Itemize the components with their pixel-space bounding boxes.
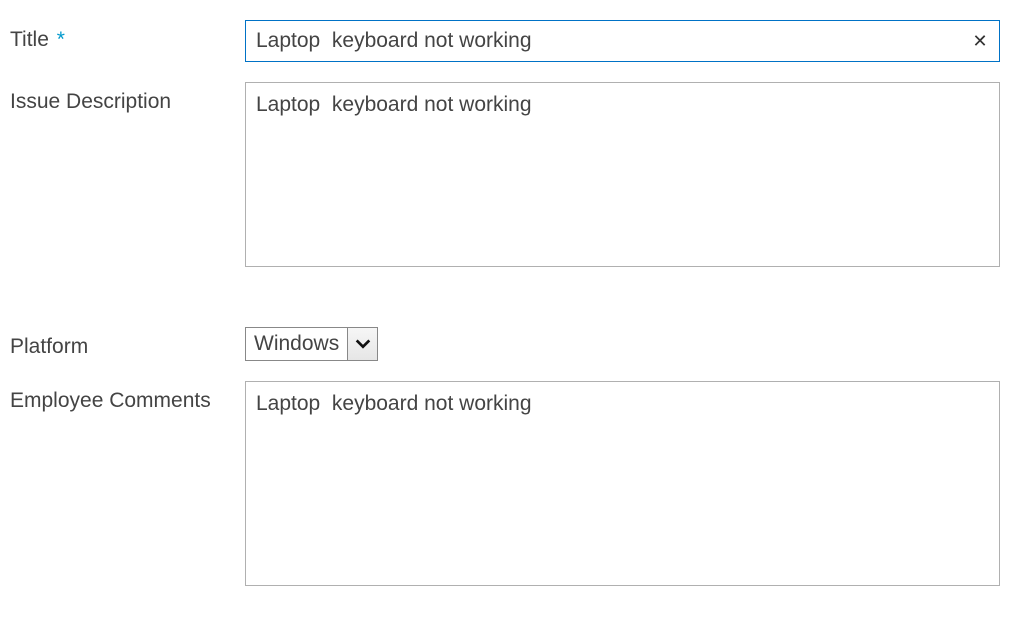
issue-description-row: Issue Description	[10, 82, 1014, 272]
issue-description-label: Issue Description	[10, 82, 245, 114]
employee-comments-cell	[245, 381, 1000, 591]
platform-select[interactable]: Windows	[245, 327, 378, 361]
title-input[interactable]	[246, 21, 961, 61]
title-label-text: Title	[10, 28, 49, 51]
title-input-cell: ✕	[245, 20, 1000, 62]
employee-comments-label: Employee Comments	[10, 381, 245, 413]
required-asterisk: *	[57, 28, 65, 51]
platform-label: Platform	[10, 327, 245, 359]
employee-comments-textarea[interactable]	[245, 381, 1000, 586]
chevron-down-icon	[354, 337, 372, 351]
employee-comments-row: Employee Comments	[10, 381, 1014, 591]
issue-description-textarea[interactable]	[245, 82, 1000, 267]
platform-cell: Windows	[245, 327, 1000, 361]
title-label: Title *	[10, 20, 245, 52]
close-icon: ✕	[972, 31, 987, 52]
title-row: Title * ✕	[10, 20, 1014, 62]
platform-row: Platform Windows	[10, 327, 1014, 361]
issue-description-cell	[245, 82, 1000, 272]
platform-selected-value: Windows	[246, 328, 347, 360]
title-input-wrap: ✕	[245, 20, 1000, 62]
clear-title-button[interactable]: ✕	[961, 21, 999, 61]
platform-dropdown-button[interactable]	[347, 328, 377, 360]
